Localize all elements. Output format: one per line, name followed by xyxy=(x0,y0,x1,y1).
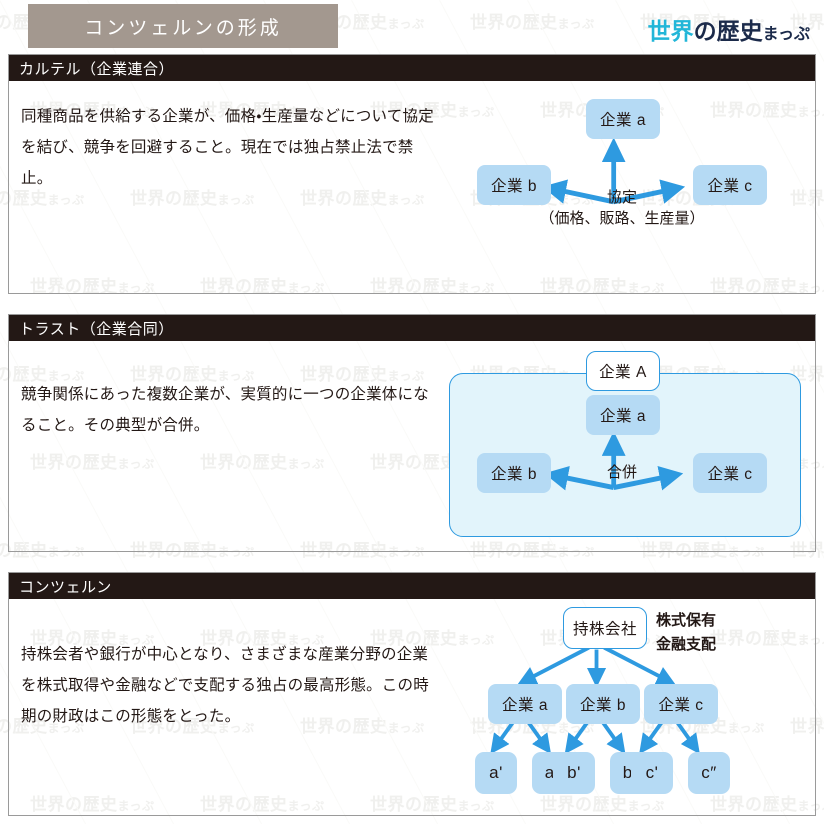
concern-node-company-c-label: 企業 c xyxy=(658,697,704,714)
section-concern: コンツェルン 持株会者や銀行が中心となり、さまざまな産業分野の企業を株式取得や金… xyxy=(8,572,816,816)
trust-node-company-b: 企業 b xyxy=(477,453,551,493)
concern-diagram: 持株会社 株式保有 金融支配 企業 a 企業 b 企業 c a' b' c' c… xyxy=(441,599,815,815)
cartel-node-company-c-label: 企業 c xyxy=(707,178,753,195)
cartel-caption-line1: 協定 xyxy=(606,189,638,206)
section-concern-body: 持株会者や銀行が中心となり、さまざまな産業分野の企業を株式取得や金融などで支配す… xyxy=(9,599,815,815)
section-concern-header-text: コンツェルン xyxy=(19,578,112,596)
section-cartel-body: 同種商品を供給する企業が、価格・生産量などについて協定を結び、競争を回避すること… xyxy=(9,81,815,293)
cartel-node-company-a-label: 企業 a xyxy=(600,112,646,129)
cartel-node-company-a: 企業 a xyxy=(586,99,660,139)
concern-node-company-a-label: 企業 a xyxy=(502,697,548,714)
trust-diagram: 企業 A 企業 a 企業 b 企業 c 合併 xyxy=(441,341,815,551)
concern-root-note-line2: 金融支配 xyxy=(656,636,717,653)
section-trust-body: 競争関係にあった複数企業が、実質的に一つの企業体になること。その典型が合併。 企… xyxy=(9,341,815,551)
trust-node-company-a-label: 企業 a xyxy=(600,408,646,425)
section-concern-header: コンツェルン xyxy=(9,573,815,599)
section-cartel-header-text: カルテル（企業連合） xyxy=(19,60,175,78)
logo-part-3: まっぷ xyxy=(762,26,810,43)
logo-part-1: 世界 xyxy=(647,18,694,44)
trust-node-company-b-label: 企業 b xyxy=(491,466,537,483)
concern-node-company-b-label: 企業 b xyxy=(580,697,626,714)
cartel-diagram: 企業 a 企業 b 企業 c 協定 （価格、販路、生産量） xyxy=(441,81,815,293)
cartel-caption: 協定 （価格、販路、生産量） xyxy=(539,187,704,229)
watermark-text: 世界の歴史まっぷ xyxy=(470,13,595,32)
concern-node-company-a: 企業 a xyxy=(488,684,562,724)
concern-node-c-prime: c' xyxy=(631,752,673,794)
trust-node-company-c-label: 企業 c xyxy=(707,466,753,483)
concern-node-company-b: 企業 b xyxy=(566,684,640,724)
section-cartel-header: カルテル（企業連合） xyxy=(9,55,815,81)
section-concern-description: 持株会者や銀行が中心となり、さまざまな産業分野の企業を株式取得や金融などで支配す… xyxy=(21,646,429,725)
section-trust-description: 競争関係にあった複数企業が、実質的に一つの企業体になること。その典型が合併。 xyxy=(21,386,429,434)
concern-node-c-double-prime: c″ xyxy=(688,752,730,794)
trust-node-company-a: 企業 a xyxy=(586,395,660,435)
concern-node-b-prime-label: b' xyxy=(567,763,581,782)
logo-part-2: の歴史 xyxy=(693,18,763,44)
section-trust-header: トラスト（企業合同） xyxy=(9,315,815,341)
cartel-caption-line2: （価格、販路、生産量） xyxy=(539,210,705,227)
concern-arrow-root-to-a xyxy=(517,645,590,685)
concern-node-b-prime: b' xyxy=(553,752,595,794)
concern-arrow-b-to-b1 xyxy=(564,721,589,755)
concern-node-company-c: 企業 c xyxy=(644,684,718,724)
page-root: 世界の歴史まっぷ世界の歴史まっぷ世界の歴史まっぷ世界の歴史まっぷ世界の歴史まっぷ… xyxy=(0,0,824,824)
page-title-text: コンツェルンの形成 xyxy=(84,17,282,39)
concern-arrow-a-to-a1 xyxy=(490,721,515,755)
section-trust-header-text: トラスト（企業合同） xyxy=(19,320,174,338)
cartel-node-company-b-label: 企業 b xyxy=(491,178,537,195)
concern-arrow-c-to-c2 xyxy=(676,721,700,755)
concern-node-c-double-prime-label: c″ xyxy=(701,763,717,782)
concern-node-holding-company: 持株会社 xyxy=(563,607,647,649)
trust-caption: 合併 xyxy=(607,462,637,483)
section-trust: トラスト（企業合同） 競争関係にあった複数企業が、実質的に一つの企業体になること… xyxy=(8,314,816,552)
trust-caption-line1: 合併 xyxy=(606,464,638,481)
concern-root-note: 株式保有 金融支配 xyxy=(656,609,716,657)
concern-arrow-b-to-b2 xyxy=(601,721,626,755)
trust-arrow-to-company-b xyxy=(544,466,615,491)
section-cartel: カルテル（企業連合） 同種商品を供給する企業が、価格・生産量などについて協定を結… xyxy=(8,54,816,294)
trust-node-company-A-label: 企業 A xyxy=(599,364,647,381)
concern-node-a-prime-label: a' xyxy=(489,763,503,782)
concern-arrow-c-to-c1 xyxy=(639,721,663,755)
concern-root-note-line1: 株式保有 xyxy=(656,612,717,629)
concern-node-c-prime-label: c' xyxy=(645,763,659,782)
concern-node-holding-company-label: 持株会社 xyxy=(572,621,637,638)
trust-node-company-c: 企業 c xyxy=(693,453,767,493)
concern-node-a-prime: a' xyxy=(475,752,517,794)
section-cartel-description: 同種商品を供給する企業が、価格・生産量などについて協定を結び、競争を回避すること… xyxy=(21,108,434,187)
page-title: コンツェルンの形成 xyxy=(28,4,338,48)
trust-node-company-A: 企業 A xyxy=(586,351,660,391)
concern-arrow-a-to-a2 xyxy=(527,721,552,755)
site-logo: 世界の歴史まっぷ xyxy=(648,12,810,46)
